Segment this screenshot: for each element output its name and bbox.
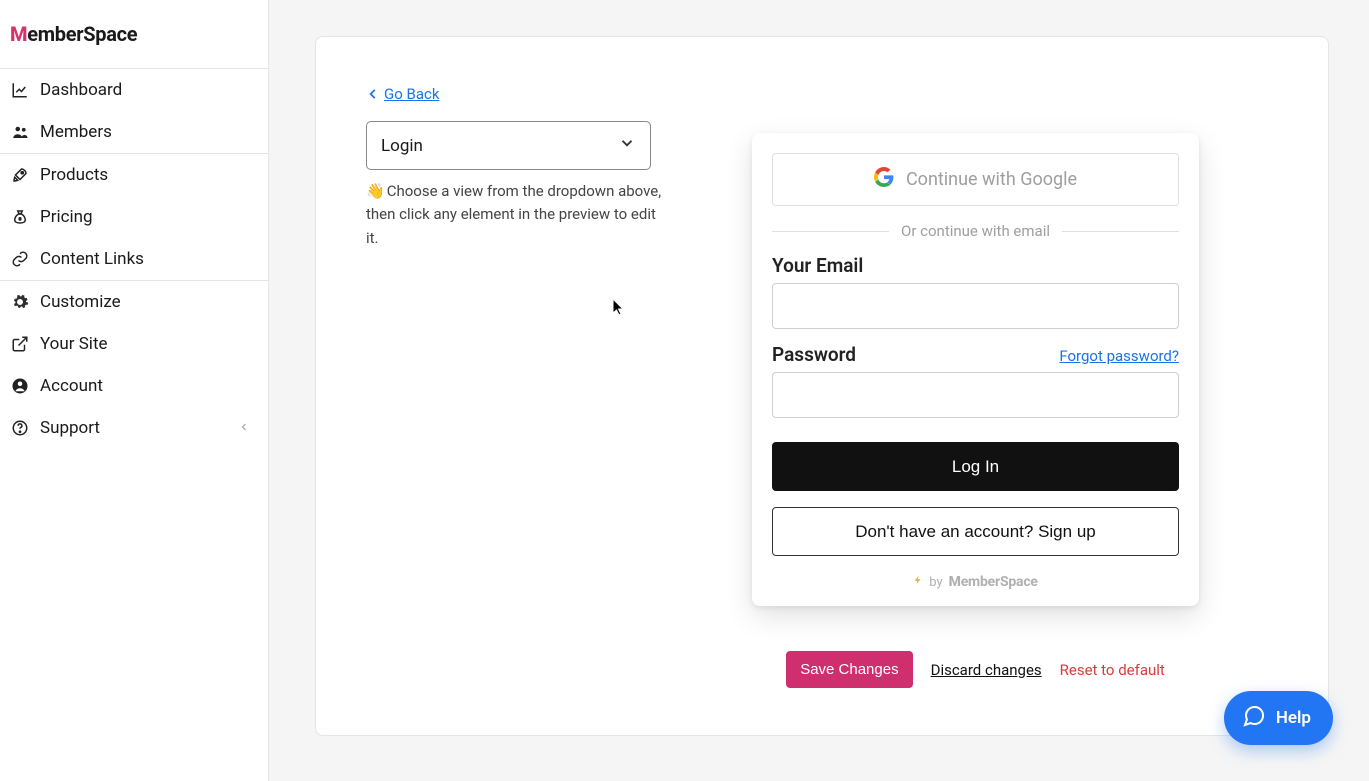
helper-text-body: Choose a view from the dropdown above, t…	[366, 182, 661, 247]
continue-with-google-button[interactable]: Continue with Google	[772, 153, 1179, 206]
go-back-label: Go Back	[384, 85, 439, 103]
sidebar-item-support[interactable]: Support	[0, 407, 268, 449]
sidebar-item-account[interactable]: Account	[0, 365, 268, 407]
sidebar-item-label: Content Links	[40, 249, 144, 269]
sidebar-item-label: Account	[40, 376, 103, 396]
money-bag-icon	[10, 207, 30, 227]
users-icon	[10, 122, 30, 142]
save-changes-button[interactable]: Save Changes	[786, 651, 912, 688]
forgot-password-link[interactable]: Forgot password?	[1059, 347, 1179, 365]
wave-emoji: 👋	[366, 180, 385, 203]
sidebar-item-label: Pricing	[40, 207, 93, 227]
nav-group-1: Dashboard Members	[0, 68, 268, 153]
helper-text: 👋Choose a view from the dropdown above, …	[366, 180, 666, 250]
email-label: Your Email	[772, 254, 863, 277]
sidebar-item-content-links[interactable]: Content Links	[0, 238, 268, 280]
sidebar-item-label: Members	[40, 122, 112, 142]
reset-to-default-link[interactable]: Reset to default	[1060, 661, 1165, 679]
chat-icon	[1242, 704, 1266, 733]
chevron-left-icon	[238, 418, 250, 438]
divider-text: Or continue with email	[901, 222, 1050, 240]
footer-by: by	[929, 575, 942, 590]
help-button[interactable]: Help	[1224, 691, 1333, 745]
chart-icon	[10, 80, 30, 100]
discard-changes-link[interactable]: Discard changes	[931, 661, 1042, 679]
sidebar-item-dashboard[interactable]: Dashboard	[0, 69, 268, 111]
footer-brand: MemberSpace	[949, 574, 1038, 590]
google-icon	[874, 167, 894, 192]
go-back-link[interactable]: Go Back	[366, 85, 439, 103]
gear-icon	[10, 292, 30, 312]
logo-text: MemberSpace	[10, 22, 137, 46]
login-preview-card: Continue with Google Or continue with em…	[752, 133, 1199, 606]
divider: Or continue with email	[772, 222, 1179, 240]
sidebar-item-members[interactable]: Members	[0, 111, 268, 153]
sidebar-item-label: Dashboard	[40, 80, 122, 100]
signup-button[interactable]: Don't have an account? Sign up	[772, 507, 1179, 556]
password-input[interactable]	[772, 372, 1179, 418]
bolt-icon	[913, 574, 923, 590]
external-link-icon	[10, 334, 30, 354]
rocket-icon	[10, 165, 30, 185]
nav-group-2: Products Pricing Content Links	[0, 153, 268, 280]
login-button[interactable]: Log In	[772, 442, 1179, 491]
divider-line	[1062, 231, 1179, 232]
chevron-left-icon	[366, 87, 380, 101]
view-select[interactable]: Login	[366, 121, 651, 170]
sidebar-item-pricing[interactable]: Pricing	[0, 196, 268, 238]
help-circle-icon	[10, 418, 30, 438]
sidebar-item-label: Support	[40, 418, 100, 438]
password-label: Password	[772, 343, 856, 366]
link-icon	[10, 249, 30, 269]
help-label: Help	[1276, 708, 1311, 728]
sidebar: MemberSpace Dashboard Members Products	[0, 0, 269, 781]
logo: MemberSpace	[0, 0, 268, 68]
bottom-actions: Save Changes Discard changes Reset to de…	[752, 651, 1199, 688]
user-circle-icon	[10, 376, 30, 396]
main: Go Back Login 👋Choose a view from the dr…	[269, 0, 1369, 781]
sidebar-item-label: Customize	[40, 292, 121, 312]
sidebar-item-customize[interactable]: Customize	[0, 281, 268, 323]
sidebar-item-your-site[interactable]: Your Site	[0, 323, 268, 365]
google-button-label: Continue with Google	[906, 169, 1077, 190]
editor-panel: Go Back Login 👋Choose a view from the dr…	[315, 36, 1329, 736]
sidebar-item-label: Products	[40, 165, 108, 185]
sidebar-item-products[interactable]: Products	[0, 154, 268, 196]
view-select-value: Login	[381, 136, 423, 156]
card-footer: by MemberSpace	[772, 574, 1179, 590]
email-input[interactable]	[772, 283, 1179, 329]
chevron-down-icon	[618, 134, 636, 157]
divider-line	[772, 231, 889, 232]
nav-group-3: Customize Your Site Account Support	[0, 280, 268, 449]
sidebar-item-label: Your Site	[40, 334, 108, 354]
